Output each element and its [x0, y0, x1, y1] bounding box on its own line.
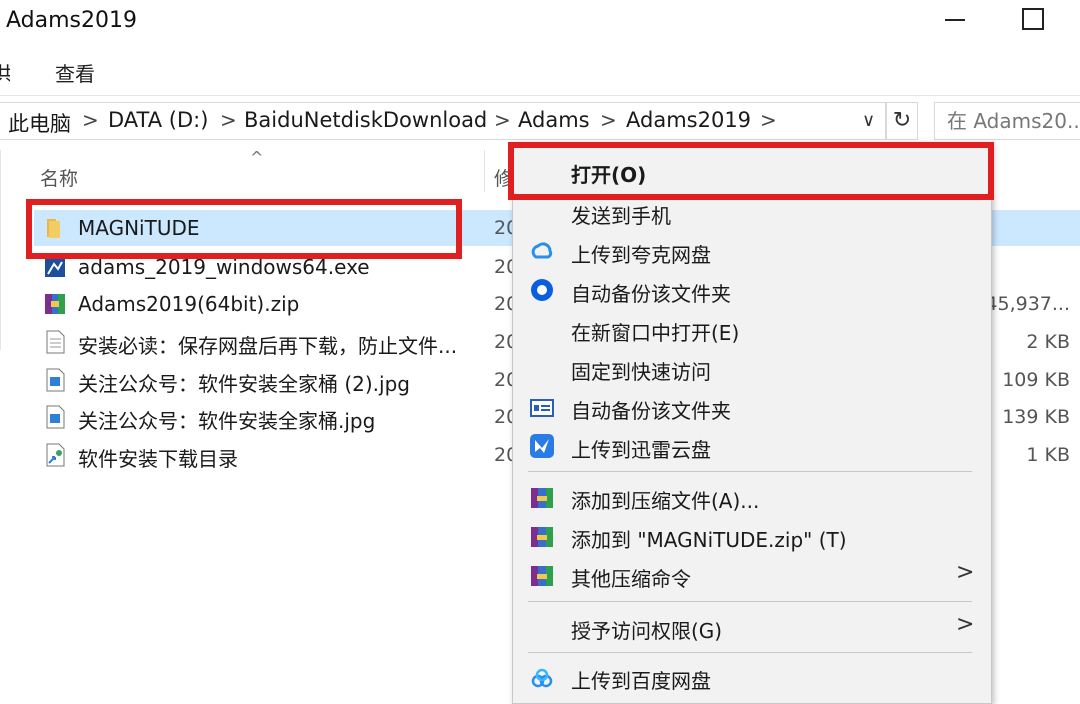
file-size: 1 KB	[1026, 444, 1070, 466]
menu-separator	[528, 601, 972, 602]
tab-view[interactable]: 查看	[55, 58, 95, 87]
menu-item-pin-quick-access[interactable]: 固定到快速访问	[571, 356, 711, 385]
file-size: 45,937...	[985, 293, 1070, 315]
menu-item-upload-thunder[interactable]: 上传到迅雷云盘	[571, 434, 711, 463]
minimize-icon[interactable]	[945, 19, 965, 21]
address-dropdown-icon[interactable]: ∨	[862, 110, 875, 131]
menu-item-open-new-window[interactable]: 在新窗口中打开(E)	[571, 317, 739, 346]
menu-item-add-to-zip[interactable]: 添加到 "MAGNiTUDE.zip" (T)	[571, 524, 847, 553]
menu-item-grant-access[interactable]: 授予访问权限(G)	[571, 615, 722, 644]
winrar-icon	[531, 527, 553, 547]
menu-item-add-to-archive[interactable]: 添加到压缩文件(A)...	[571, 485, 759, 514]
breadcrumb-adams[interactable]: Adams	[518, 108, 590, 132]
menu-item-auto-backup[interactable]: 自动备份该文件夹	[571, 278, 731, 307]
window-title: Adams2019	[6, 8, 137, 33]
text-file-icon	[46, 330, 65, 354]
file-name[interactable]: 关注公众号：软件安装全家桶 (2).jpg	[78, 368, 410, 397]
search-input[interactable]: 在 Adams20...	[934, 102, 1080, 140]
highlight-box-open	[508, 142, 994, 200]
menu-item-other-compress[interactable]: 其他压缩命令	[571, 563, 691, 592]
maximize-icon[interactable]	[1022, 8, 1044, 30]
backup-circle-icon	[531, 279, 553, 301]
breadcrumb-this-pc[interactable]: 此电脑	[8, 108, 71, 138]
baidu-cloud-icon	[531, 668, 553, 688]
breadcrumb-separator-icon[interactable]: >	[494, 108, 511, 132]
highlight-box-folder	[26, 199, 462, 259]
breadcrumb-separator-icon[interactable]: >	[82, 108, 99, 132]
file-name[interactable]: 软件安装下载目录	[78, 443, 238, 472]
image-file-icon	[46, 405, 65, 429]
winrar-icon	[531, 566, 553, 586]
file-date: 2019	[494, 331, 512, 353]
submenu-arrow-icon: >	[956, 612, 975, 637]
file-date: 2019	[494, 369, 512, 391]
file-size: 139 KB	[1002, 406, 1070, 428]
file-name[interactable]: 安装必读：保存网盘后再下载，防止文件...	[78, 330, 457, 359]
breadcrumb-separator-icon[interactable]: >	[760, 108, 777, 132]
file-date: 2019	[494, 217, 512, 239]
ribbon-divider	[0, 95, 1080, 96]
zip-icon	[45, 294, 65, 314]
file-date: 2019	[494, 444, 512, 466]
breadcrumb-separator-icon[interactable]: >	[220, 108, 237, 132]
submenu-arrow-icon: >	[956, 560, 975, 585]
image-file-icon	[46, 368, 65, 392]
menu-item-upload-quark[interactable]: 上传到夸克网盘	[571, 239, 711, 268]
shortcut-icon	[46, 443, 65, 467]
breadcrumb-baidu-download[interactable]: BaiduNetdiskDownload	[244, 108, 487, 132]
menu-separator	[528, 652, 972, 653]
file-date: 2019	[494, 293, 512, 315]
menu-separator	[528, 471, 972, 472]
thunder-cloud-icon	[530, 434, 554, 458]
quark-cloud-icon	[531, 242, 553, 259]
breadcrumb-separator-icon[interactable]: >	[600, 108, 617, 132]
file-name[interactable]: 关注公众号：软件安装全家桶.jpg	[78, 405, 375, 434]
column-header-name[interactable]: 名称	[40, 164, 78, 191]
menu-item-upload-baidu[interactable]: 上传到百度网盘	[571, 665, 711, 694]
breadcrumb-adams2019[interactable]: Adams2019	[626, 108, 751, 132]
file-size: 2 KB	[1026, 331, 1070, 353]
backup-window-icon	[530, 399, 554, 417]
nav-pane-divider	[0, 150, 1, 350]
file-name[interactable]: Adams2019(64bit).zip	[78, 292, 299, 316]
file-date: 2019	[494, 256, 512, 278]
breadcrumb-data-drive[interactable]: DATA (D:)	[108, 108, 208, 132]
menu-item-auto-backup-2[interactable]: 自动备份该文件夹	[571, 395, 731, 424]
tab-share[interactable]: 共享	[0, 58, 10, 87]
file-date: 2019	[494, 406, 512, 428]
sort-ascending-icon: ^	[250, 148, 264, 167]
file-size: 109 KB	[1002, 369, 1070, 391]
menu-item-send-to-phone[interactable]: 发送到手机	[571, 200, 671, 229]
winrar-icon	[531, 488, 553, 508]
exe-icon	[45, 259, 65, 277]
column-divider[interactable]	[484, 150, 485, 192]
refresh-icon[interactable]: ↻	[886, 102, 918, 140]
